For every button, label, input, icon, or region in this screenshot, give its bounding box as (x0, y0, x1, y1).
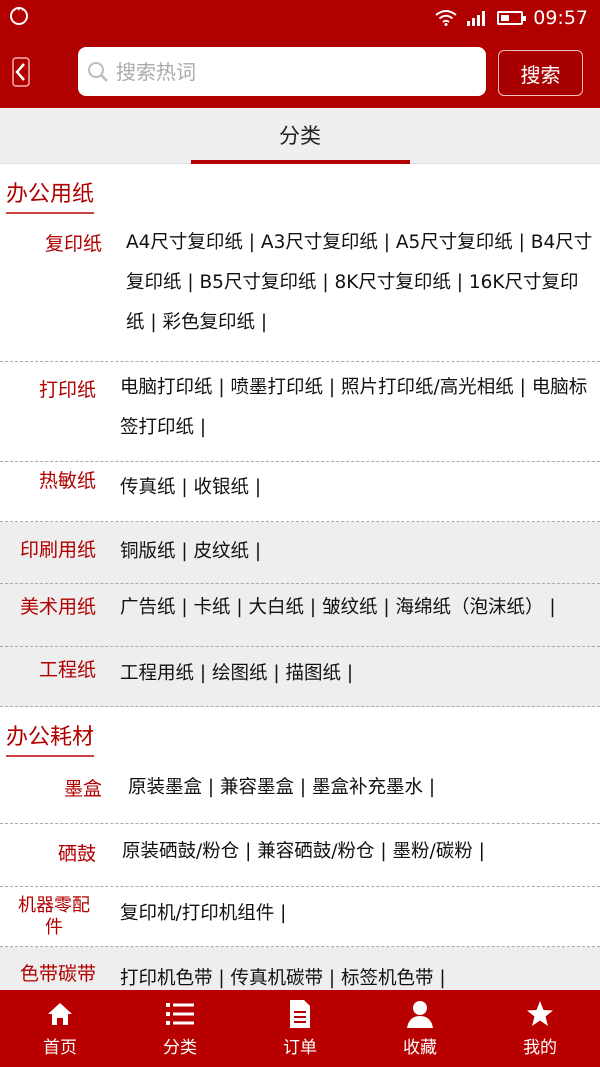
home-icon (45, 999, 75, 1029)
category-content[interactable]: 办公用纸 复印纸 A4尺寸复印纸 | A3尺寸复印纸 | A5尺寸复印纸 | B… (0, 164, 600, 990)
user-icon (405, 999, 435, 1029)
row-items[interactable]: 工程用纸 | 绘图纸 | 描图纸 | (116, 647, 600, 706)
row-items[interactable]: 电脑打印纸 | 喷墨打印纸 | 照片打印纸/高光相纸 | 电脑标签打印纸 | (116, 362, 600, 461)
category-row[interactable]: 美术用纸 广告纸 | 卡纸 | 大白纸 | 皱纹纸 | 海绵纸（泡沫纸） | (0, 584, 600, 647)
category-row[interactable]: 印刷用纸 铜版纸 | 皮纹纸 | (0, 522, 600, 584)
row-items[interactable]: 复印机/打印机组件 | (102, 887, 600, 946)
search-icon (88, 61, 108, 82)
bottom-nav: 首页 分类 订单 收藏 我的 (0, 990, 600, 1067)
row-label[interactable]: 色带碳带 (0, 947, 116, 990)
app-root: 09:57 搜索 分类 办公用纸 复印纸 A4尺寸复 (0, 0, 600, 1067)
tab-category[interactable]: 分类 (0, 120, 600, 150)
row-label[interactable]: 打印纸 (0, 362, 116, 461)
back-arrow-icon (12, 57, 30, 87)
signal-icon (467, 10, 487, 26)
top-header: 搜索 (0, 36, 600, 108)
row-items[interactable]: 铜版纸 | 皮纹纸 | (116, 522, 600, 583)
star-icon (525, 999, 555, 1029)
nav-favorites[interactable]: 收藏 (360, 990, 480, 1067)
row-items[interactable]: 打印机色带 | 传真机碳带 | 标签机色带 | (116, 947, 600, 990)
search-button[interactable]: 搜索 (498, 50, 583, 96)
nav-label: 我的 (523, 1038, 557, 1058)
row-label[interactable]: 热敏纸 (0, 462, 116, 521)
search-input[interactable] (116, 59, 456, 84)
row-label[interactable]: 印刷用纸 (0, 522, 116, 583)
category-row[interactable]: 墨盒 原装墨盒 | 兼容墨盒 | 墨盒补充墨水 | (0, 762, 600, 824)
nav-home[interactable]: 首页 (0, 990, 120, 1067)
nav-label: 分类 (163, 1038, 197, 1058)
category-row[interactable]: 色带碳带 打印机色带 | 传真机碳带 | 标签机色带 | (0, 947, 600, 990)
status-bar-right: 09:57 (435, 7, 588, 29)
category-row[interactable]: 硒鼓 原装硒鼓/粉仓 | 兼容硒鼓/粉仓 | 墨粉/碳粉 | (0, 824, 600, 887)
row-label[interactable]: 复印纸 (0, 219, 116, 361)
nav-label: 收藏 (403, 1038, 437, 1058)
status-bar-left (10, 3, 28, 29)
search-box[interactable] (78, 47, 486, 96)
category-row[interactable]: 热敏纸 传真纸 | 收银纸 | (0, 462, 600, 522)
status-time: 09:57 (533, 7, 588, 29)
list-icon (165, 999, 195, 1029)
back-button[interactable] (6, 55, 36, 89)
nav-label: 订单 (283, 1038, 317, 1058)
status-bar: 09:57 (0, 0, 600, 36)
document-icon (285, 999, 315, 1029)
row-items[interactable]: 原装墨盒 | 兼容墨盒 | 墨盒补充墨水 | (116, 762, 600, 823)
nav-category[interactable]: 分类 (120, 990, 240, 1067)
row-items[interactable]: 传真纸 | 收银纸 | (116, 462, 600, 521)
nav-mine[interactable]: 我的 (480, 990, 600, 1067)
section-title: 办公用纸 (0, 164, 600, 219)
row-items[interactable]: 广告纸 | 卡纸 | 大白纸 | 皱纹纸 | 海绵纸（泡沫纸） | (116, 584, 600, 646)
row-label[interactable]: 机器零配件 (0, 887, 102, 946)
row-label[interactable]: 硒鼓 (0, 824, 116, 886)
row-items[interactable]: A4尺寸复印纸 | A3尺寸复印纸 | A5尺寸复印纸 | B4尺寸复印纸 | … (116, 219, 600, 361)
category-row[interactable]: 打印纸 电脑打印纸 | 喷墨打印纸 | 照片打印纸/高光相纸 | 电脑标签打印纸… (0, 362, 600, 462)
section-title-text: 办公用纸 (6, 176, 95, 214)
category-row[interactable]: 机器零配件 复印机/打印机组件 | (0, 887, 600, 947)
row-label[interactable]: 美术用纸 (0, 584, 116, 646)
row-label[interactable]: 墨盒 (0, 762, 116, 823)
tab-bar: 分类 (0, 108, 600, 164)
nav-orders[interactable]: 订单 (240, 990, 360, 1067)
row-label[interactable]: 工程纸 (0, 647, 116, 706)
notification-icon (10, 3, 28, 25)
battery-icon (497, 11, 527, 25)
row-items[interactable]: 原装硒鼓/粉仓 | 兼容硒鼓/粉仓 | 墨粉/碳粉 | (116, 824, 600, 886)
wifi-icon (435, 10, 457, 26)
category-row[interactable]: 工程纸 工程用纸 | 绘图纸 | 描图纸 | (0, 647, 600, 707)
nav-label: 首页 (43, 1038, 77, 1058)
section-title: 办公耗材 (0, 707, 600, 762)
category-row[interactable]: 复印纸 A4尺寸复印纸 | A3尺寸复印纸 | A5尺寸复印纸 | B4尺寸复印… (0, 219, 600, 362)
section-title-text: 办公耗材 (6, 719, 95, 757)
